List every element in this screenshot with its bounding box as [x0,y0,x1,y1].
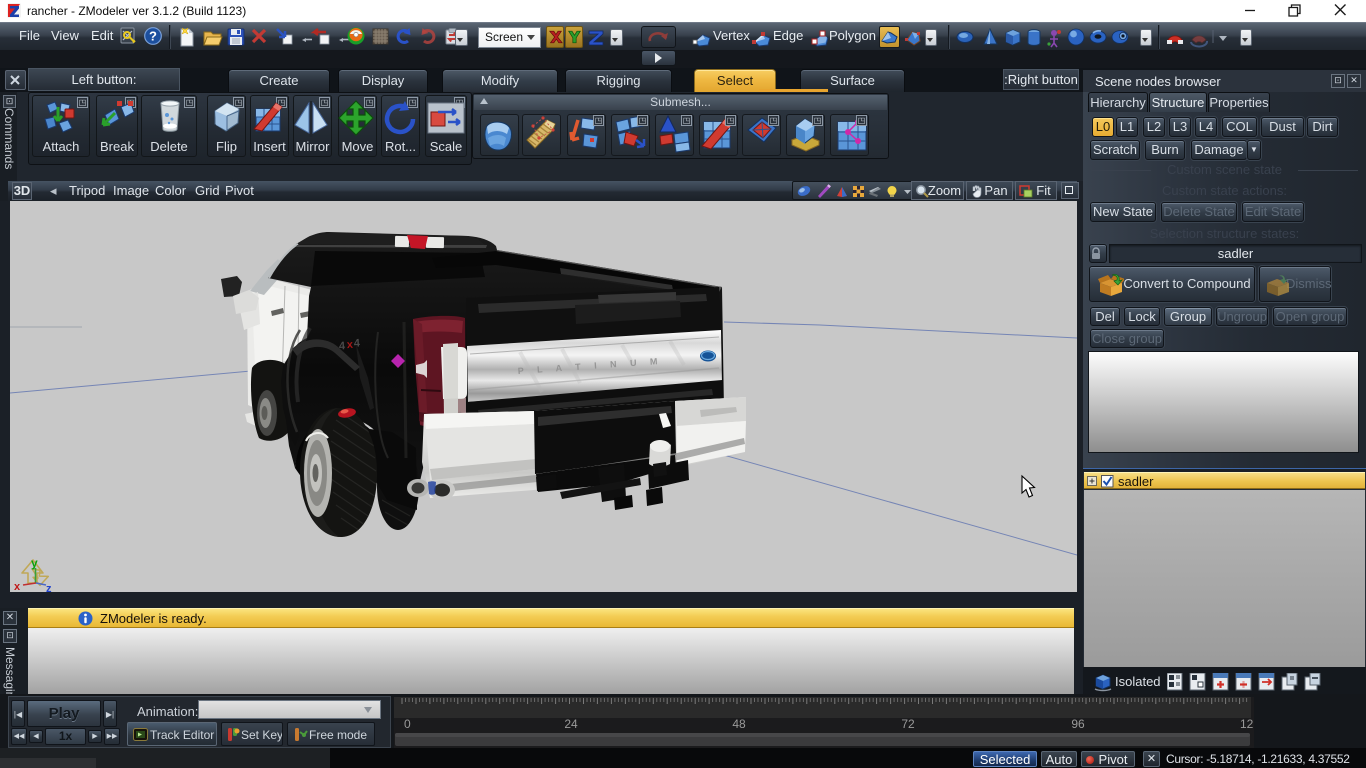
svg-text:0: 0 [404,717,411,731]
svg-text:y: y [31,556,38,570]
svg-text:12: 12 [1240,717,1254,731]
svg-text:72: 72 [901,717,915,731]
svg-text:z: z [46,583,52,592]
svg-text:?: ? [149,29,157,44]
svg-text:x: x [14,581,21,592]
svg-text:96: 96 [1071,717,1085,731]
svg-text:48: 48 [732,717,746,731]
svg-text:24: 24 [564,717,578,731]
